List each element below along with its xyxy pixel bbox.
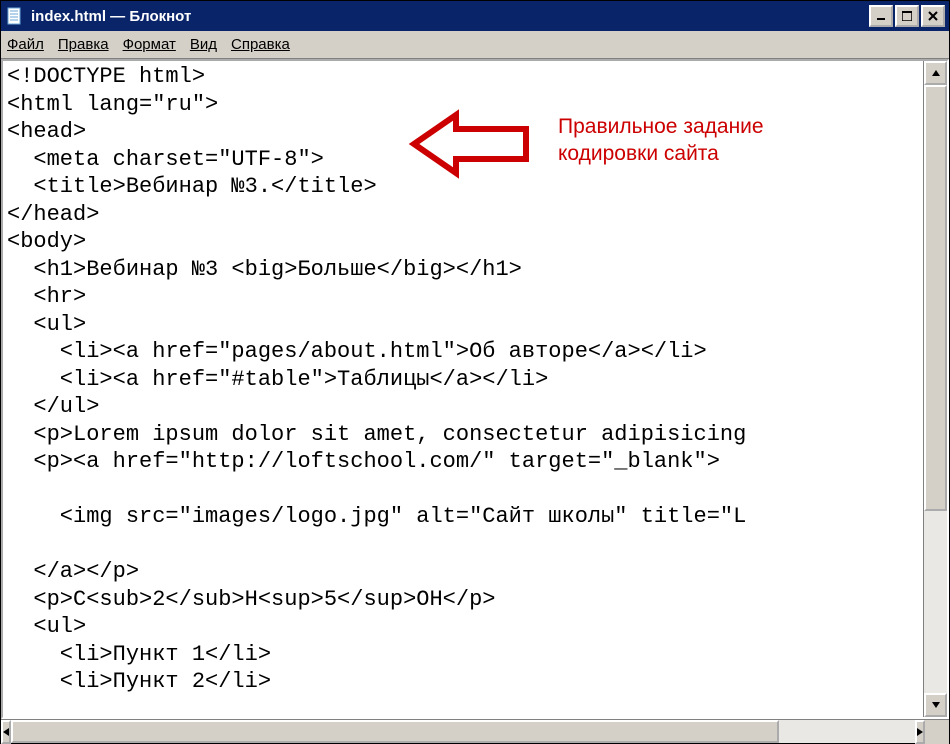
horizontal-scrollbar[interactable] xyxy=(1,719,949,743)
menu-file[interactable]: Файл xyxy=(7,36,44,53)
hscroll-thumb[interactable] xyxy=(11,720,779,743)
vscroll-track[interactable] xyxy=(924,85,947,693)
menu-view[interactable]: Вид xyxy=(190,36,217,53)
minimize-button[interactable] xyxy=(869,5,893,27)
app-icon xyxy=(5,6,25,26)
annotation-text: Правильное задание кодировки сайта xyxy=(558,113,764,168)
notepad-window: index.html — Блокнот Файл Правка Формат … xyxy=(0,0,950,744)
window-title: index.html — Блокнот xyxy=(31,8,869,25)
scrollbar-corner xyxy=(925,720,949,744)
content-area: <!DOCTYPE html> <html lang="ru"> <head> … xyxy=(1,59,949,719)
scroll-left-button[interactable] xyxy=(1,720,11,744)
scroll-up-button[interactable] xyxy=(924,61,947,85)
menu-help[interactable]: Справка xyxy=(231,36,290,53)
menubar: Файл Правка Формат Вид Справка xyxy=(1,31,949,59)
annotation-line1: Правильное задание xyxy=(558,113,764,140)
maximize-button[interactable] xyxy=(895,5,919,27)
close-button[interactable] xyxy=(921,5,945,27)
menu-format[interactable]: Формат xyxy=(123,36,176,53)
titlebar[interactable]: index.html — Блокнот xyxy=(1,1,949,31)
annotation-arrow-icon xyxy=(406,109,536,179)
annotation-line2: кодировки сайта xyxy=(558,140,764,167)
vertical-scrollbar[interactable] xyxy=(923,61,947,717)
scroll-down-button[interactable] xyxy=(924,693,947,717)
menu-edit[interactable]: Правка xyxy=(58,36,109,53)
vscroll-thumb[interactable] xyxy=(924,85,947,511)
hscroll-track[interactable] xyxy=(11,720,915,743)
window-controls xyxy=(869,5,945,27)
scroll-right-button[interactable] xyxy=(915,720,925,744)
